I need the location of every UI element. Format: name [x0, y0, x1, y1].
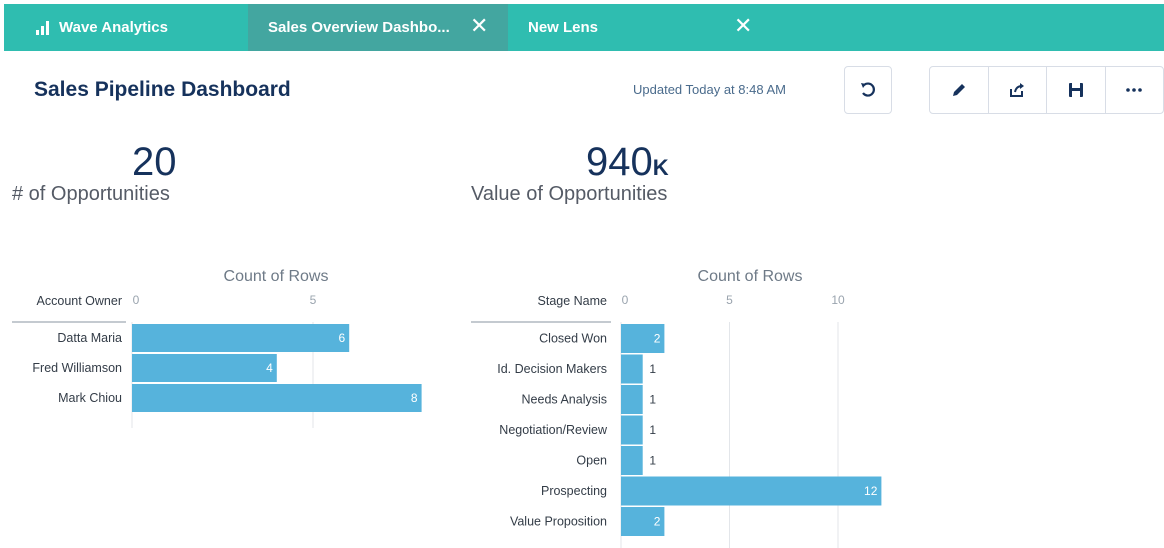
- bar: [621, 354, 643, 384]
- tick-label: 0: [622, 293, 629, 307]
- bar: [132, 384, 422, 412]
- category-label: Negotiation/Review: [499, 423, 608, 437]
- data-label: 4: [266, 361, 273, 375]
- bar: [621, 446, 643, 475]
- data-label: 2: [654, 515, 661, 529]
- bar: [621, 385, 643, 414]
- tick-label: 5: [726, 293, 733, 307]
- category-label: Mark Chiou: [58, 391, 122, 405]
- category-label: Id. Decision Makers: [497, 362, 607, 376]
- category-label: Closed Won: [539, 332, 607, 346]
- category-label: Open: [576, 454, 607, 468]
- tick-label: 0: [133, 293, 140, 307]
- dimension-label: Stage Name: [538, 294, 608, 308]
- dimension-label: Account Owner: [37, 294, 122, 308]
- category-label: Fred Williamson: [32, 361, 122, 375]
- charts-layer: Count of Rows Account Owner 0 5 Datta Maria 6…: [12, 268, 882, 548]
- bar: [621, 476, 882, 506]
- chart-title: Count of Rows: [224, 268, 329, 285]
- data-label: 12: [864, 484, 878, 498]
- category-label: Datta Maria: [57, 331, 122, 345]
- tick-label: 10: [831, 293, 845, 307]
- tick-label: 5: [310, 293, 317, 307]
- bar: [621, 415, 643, 445]
- data-label: 1: [649, 423, 656, 437]
- data-label: 1: [649, 393, 656, 407]
- category-label: Value Proposition: [510, 515, 607, 529]
- bar: [132, 324, 350, 352]
- category-label: Prospecting: [541, 484, 607, 498]
- data-label: 1: [649, 454, 656, 468]
- data-label: 8: [411, 391, 418, 405]
- category-label: Needs Analysis: [522, 393, 607, 407]
- data-label: 1: [649, 362, 656, 376]
- chart-title: Count of Rows: [698, 268, 803, 285]
- data-label: 2: [654, 332, 661, 346]
- bar: [132, 354, 277, 382]
- data-label: 6: [339, 331, 346, 345]
